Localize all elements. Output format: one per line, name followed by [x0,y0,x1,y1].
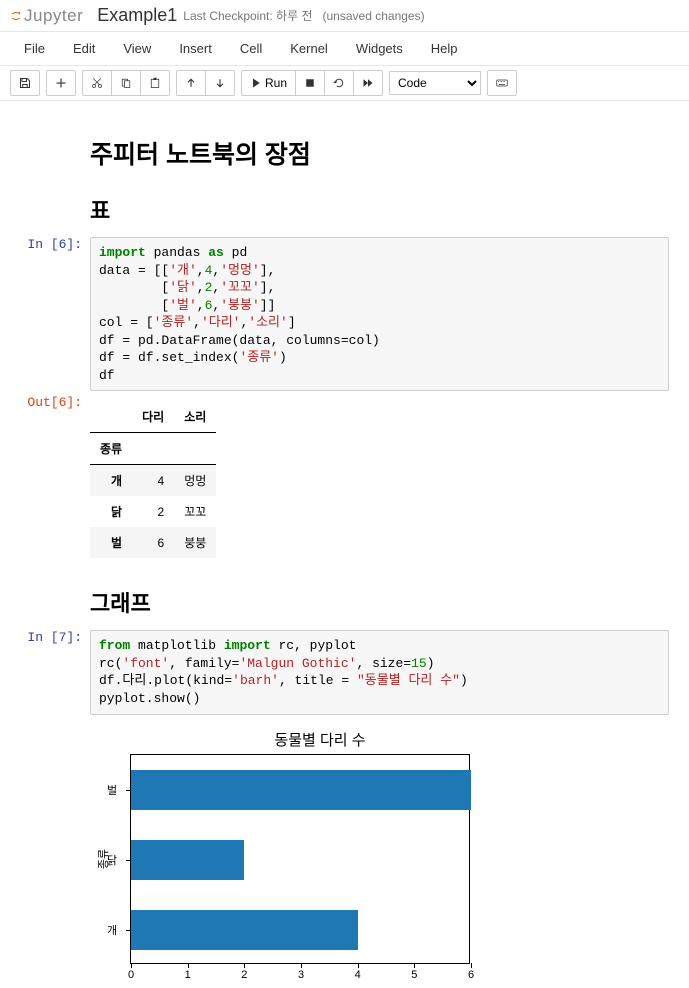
copy-button[interactable] [112,71,141,95]
chart-xtick-label: 3 [298,969,304,981]
command-palette-button[interactable] [488,71,516,95]
arrow-up-icon [185,77,197,89]
paste-button[interactable] [141,71,169,95]
notebook-area: 주피터 노트북의 장점 표 In [6]: import pandas as p… [0,101,689,988]
chart-bar [131,910,358,950]
arrow-down-icon [214,77,226,89]
code-cell-7[interactable]: from matplotlib import rc, pyplot rc('fo… [90,630,669,714]
out-prompt-6: Out[6]: [0,395,90,558]
copy-icon [120,77,132,89]
chart-xtick-label: 5 [411,969,417,981]
celltype-select[interactable]: Code [389,71,481,95]
scissors-icon [91,77,103,89]
table-row: 벌6붕붕 [90,527,216,558]
fast-forward-icon [362,77,374,89]
menu-cell[interactable]: Cell [226,35,276,62]
jupyter-logo[interactable]: Jupyter [10,6,83,26]
heading-1: 주피터 노트북의 장점 [90,135,669,171]
notebook-title[interactable]: Example1 [97,5,177,26]
restart-icon [333,77,345,89]
restart-button[interactable] [325,71,354,95]
plus-icon [55,77,67,89]
table-row: 닭2꼬꼬 [90,496,216,527]
stop-icon [304,77,316,89]
toolbar: Run Code [0,66,689,101]
chart-category-label: 개 [107,922,117,938]
paste-icon [149,77,161,89]
code-cell-6[interactable]: import pandas as pd data = [['개',4,'멍멍']… [90,237,669,391]
chart-xtick-label: 4 [355,969,361,981]
menu-edit[interactable]: Edit [59,35,109,62]
heading-chart: 그래프 [90,586,669,618]
chart-xtick-label: 2 [241,969,247,981]
restart-run-button[interactable] [354,71,382,95]
chart-category-label: 벌 [107,782,117,798]
menubar: File Edit View Insert Cell Kernel Widget… [0,32,689,66]
chart-xtick-label: 0 [128,969,134,981]
in-prompt-7: In [7]: [0,630,90,714]
menu-view[interactable]: View [109,35,165,62]
table-row: 개4멍멍 [90,465,216,497]
menu-kernel[interactable]: Kernel [276,35,342,62]
move-down-button[interactable] [206,71,234,95]
chart-xtick-label: 1 [185,969,191,981]
output-table: 다리소리 종류 개4멍멍 닭2꼬꼬 벌6붕붕 [90,401,216,558]
chart-output: 동물별 다리 수 종류 벌닭개0123456 [90,725,669,964]
menu-insert[interactable]: Insert [165,35,226,62]
chart-bar [131,770,471,810]
in-prompt-6: In [6]: [0,237,90,391]
menu-widgets[interactable]: Widgets [342,35,417,62]
chart-xtick-label: 6 [468,969,474,981]
stop-button[interactable] [296,71,325,95]
save-button[interactable] [11,71,39,95]
move-up-button[interactable] [177,71,206,95]
play-icon [250,77,262,89]
jupyter-icon [10,10,22,22]
menu-file[interactable]: File [10,35,59,62]
chart-title: 동물별 다리 수 [130,725,510,754]
logo-text: Jupyter [24,6,83,26]
chart-category-label: 닭 [107,852,117,868]
add-cell-button[interactable] [47,71,75,95]
cut-button[interactable] [83,71,112,95]
save-icon [19,77,31,89]
heading-table: 표 [90,193,669,225]
keyboard-icon [496,77,508,89]
checkpoint-info: Last Checkpoint: 하루 전 (unsaved changes) [183,7,424,24]
menu-help[interactable]: Help [417,35,472,62]
chart-bar [131,840,244,880]
run-button[interactable]: Run [242,71,296,95]
